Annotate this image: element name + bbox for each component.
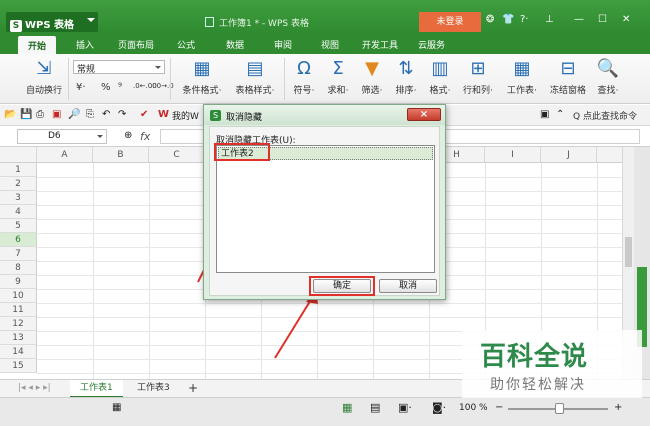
dialog-close-button[interactable]: × bbox=[407, 108, 441, 121]
unhide-dialog: S 取消隐藏 × 取消隐藏工作表(U): 工作表2 确定 取消 bbox=[203, 104, 446, 300]
dialog-title-bar: S 取消隐藏 × bbox=[204, 105, 445, 125]
hidden-sheet-list[interactable]: 工作表2 bbox=[216, 145, 435, 273]
wps-s-icon: S bbox=[210, 110, 221, 121]
cancel-button[interactable]: 取消 bbox=[379, 279, 437, 293]
annotation-box-item bbox=[214, 143, 270, 161]
annotation-box-ok bbox=[309, 276, 375, 296]
annotation-arrow-2 bbox=[274, 297, 313, 359]
dialog-body: 取消隐藏工作表(U): 工作表2 确定 取消 bbox=[209, 126, 440, 296]
